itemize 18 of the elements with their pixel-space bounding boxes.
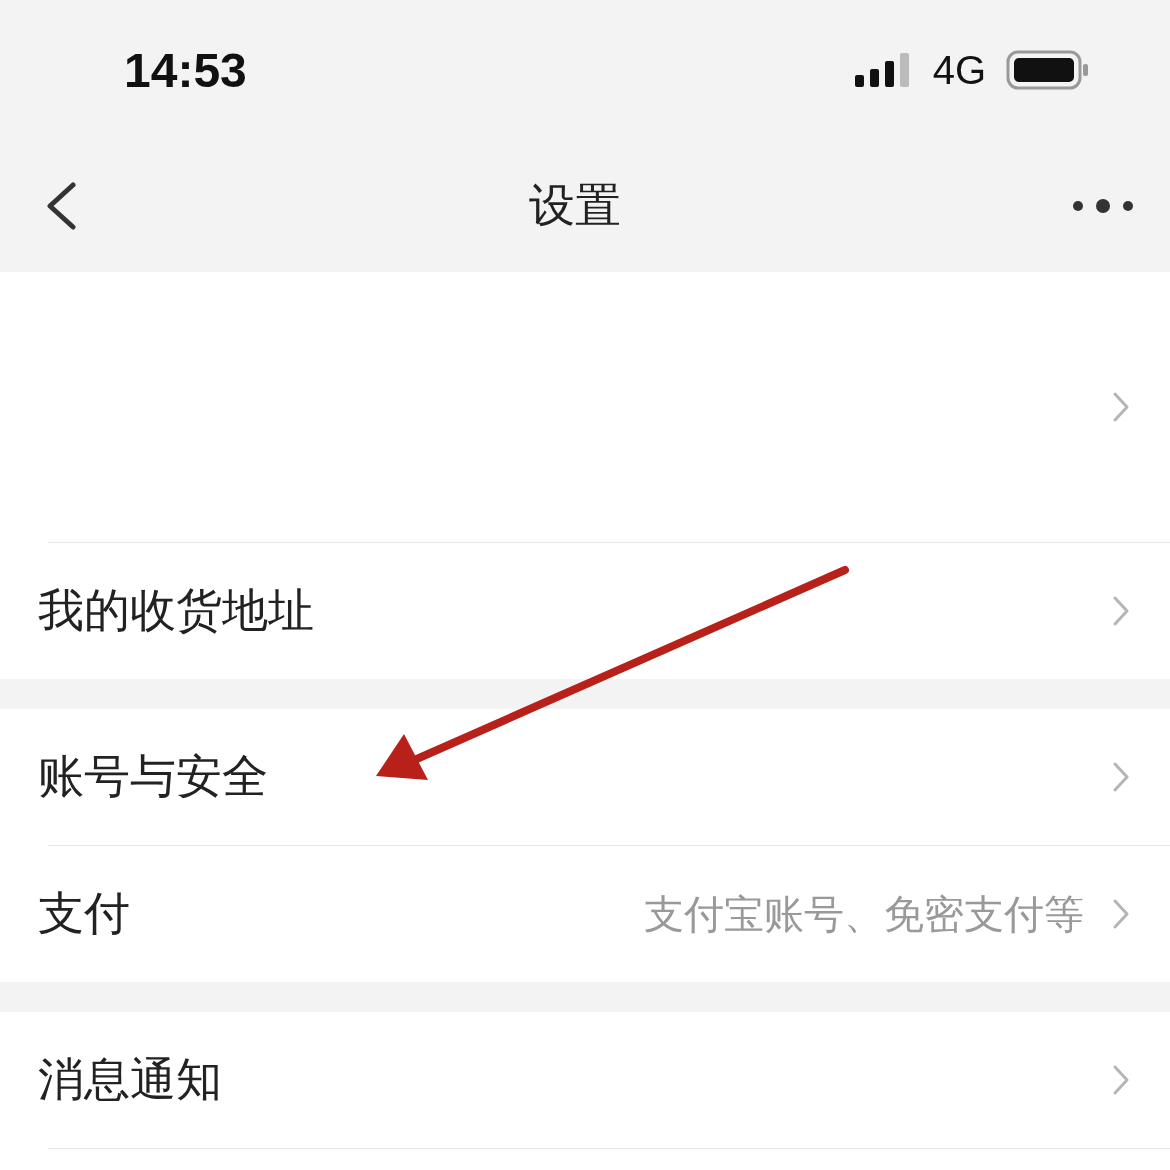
row-label: 我的收货地址 <box>38 583 314 638</box>
row-value: 支付宝账号、免密支付等 <box>644 890 1084 938</box>
status-time: 14:53 <box>124 42 247 98</box>
more-icon[interactable] <box>1072 198 1134 214</box>
battery-icon <box>1006 50 1090 90</box>
back-icon[interactable] <box>44 182 78 230</box>
chevron-icon <box>1112 391 1130 423</box>
network-label: 4G <box>932 47 986 93</box>
settings-row[interactable]: 支付 支付宝账号、免密支付等 <box>38 846 1170 982</box>
chevron-icon <box>1112 595 1130 627</box>
chevron-icon <box>1112 761 1130 793</box>
chevron-icon <box>1112 898 1130 930</box>
row-label: 支付 <box>38 886 130 941</box>
chevron-icon <box>1112 1064 1130 1096</box>
row-label: 消息通知 <box>38 1052 222 1107</box>
row-label: 账号与安全 <box>38 749 268 804</box>
page-title: 设置 <box>529 178 621 233</box>
settings-row[interactable]: 账号与安全 <box>38 709 1170 845</box>
